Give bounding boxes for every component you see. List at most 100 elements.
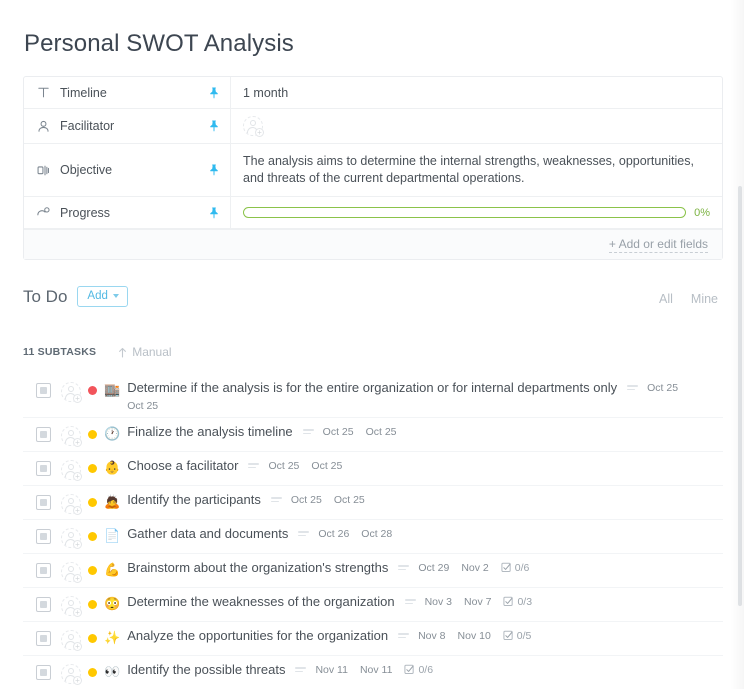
add-assignee-avatar-icon[interactable]: + <box>61 562 81 582</box>
task-checkbox[interactable] <box>36 563 51 578</box>
pin-icon[interactable] <box>208 120 220 133</box>
priority-flag-icon[interactable] <box>88 600 97 609</box>
task-checklist-badge[interactable]: 0/6 <box>404 664 433 676</box>
sort-control[interactable]: Manual <box>118 345 171 359</box>
task-menu-icon[interactable] <box>405 599 417 604</box>
task-row[interactable]: +💪Brainstorm about the organization's st… <box>23 554 723 588</box>
task-start-date[interactable]: Oct 25 <box>291 494 322 506</box>
add-assignee-avatar-icon[interactable]: + <box>61 382 81 402</box>
task-checkbox[interactable] <box>36 631 51 646</box>
filter-all[interactable]: All <box>659 292 673 306</box>
task-name[interactable]: Brainstorm about the organization's stre… <box>127 560 388 575</box>
task-checklist-badge[interactable]: 0/5 <box>503 630 532 642</box>
task-name[interactable]: Gather data and documents <box>127 526 288 541</box>
task-due-date[interactable]: Nov 7 <box>464 596 491 608</box>
task-name[interactable]: Identify the participants <box>127 492 261 507</box>
task-checkbox[interactable] <box>36 665 51 680</box>
task-start-date[interactable]: Oct 25 <box>323 426 354 438</box>
task-due-date[interactable]: Nov 11 <box>360 664 393 676</box>
add-button[interactable]: Add <box>77 286 127 307</box>
field-name-cell[interactable]: Facilitator <box>24 109 231 143</box>
field-value-timeline[interactable]: 1 month <box>231 77 722 108</box>
task-start-date[interactable]: Nov 11 <box>315 664 348 676</box>
task-row[interactable]: +👀Identify the possible threatsNov 11Nov… <box>23 656 723 689</box>
task-checkbox[interactable] <box>36 529 51 544</box>
task-name[interactable]: Identify the possible threats <box>127 662 285 677</box>
task-due-date[interactable]: Oct 25 <box>366 426 397 438</box>
task-start-date[interactable]: Nov 8 <box>418 630 445 642</box>
task-due-date[interactable]: Nov 10 <box>458 630 491 642</box>
task-menu-icon[interactable] <box>248 463 260 468</box>
add-assignee-avatar-icon[interactable]: + <box>243 116 263 136</box>
priority-flag-icon[interactable] <box>88 386 97 395</box>
task-start-date[interactable]: Oct 29 <box>418 562 449 574</box>
task-start-date[interactable]: Oct 25 <box>268 460 299 472</box>
add-or-edit-fields-link[interactable]: + Add or edit fields <box>609 237 708 253</box>
task-checkbox[interactable] <box>36 427 51 442</box>
task-start-date[interactable]: Oct 26 <box>318 528 349 540</box>
task-due-date[interactable]: Oct 25 <box>334 494 365 506</box>
field-value-progress[interactable]: 0% <box>231 197 722 228</box>
task-menu-icon[interactable] <box>398 565 410 570</box>
progress-bar[interactable] <box>243 207 686 218</box>
task-checklist-badge[interactable]: 0/3 <box>503 596 532 608</box>
pin-icon[interactable] <box>208 86 220 99</box>
add-assignee-avatar-icon[interactable]: + <box>61 426 81 446</box>
vertical-scrollbar[interactable] <box>738 186 742 606</box>
priority-flag-icon[interactable] <box>88 668 97 677</box>
task-name[interactable]: Analyze the opportunities for the organi… <box>127 628 388 643</box>
task-row[interactable]: +🏬Determine if the analysis is for the e… <box>23 374 723 418</box>
add-assignee-avatar-icon[interactable]: + <box>61 596 81 616</box>
task-start-date[interactable]: Nov 3 <box>425 596 452 608</box>
task-due-date[interactable]: Oct 28 <box>361 528 392 540</box>
priority-flag-icon[interactable] <box>88 430 97 439</box>
task-checkbox[interactable] <box>36 461 51 476</box>
task-menu-icon[interactable] <box>295 667 307 672</box>
custom-fields-table: Timeline 1 month Facilitator <box>23 76 723 260</box>
task-menu-icon[interactable] <box>271 497 283 502</box>
task-due-date[interactable]: Oct 25 <box>311 460 342 472</box>
task-checkbox[interactable] <box>36 597 51 612</box>
task-row[interactable]: +👶Choose a facilitatorOct 25Oct 25 <box>23 452 723 486</box>
priority-flag-icon[interactable] <box>88 464 97 473</box>
add-assignee-avatar-icon[interactable]: + <box>61 460 81 480</box>
field-name-cell[interactable]: Timeline <box>24 77 231 108</box>
task-name[interactable]: Determine if the analysis is for the ent… <box>127 380 617 395</box>
checklist-count: 0/6 <box>515 562 530 574</box>
task-menu-icon[interactable] <box>398 633 410 638</box>
add-assignee-avatar-icon[interactable]: + <box>61 528 81 548</box>
task-emoji-icon: 😳 <box>104 595 120 612</box>
task-start-date[interactable]: Oct 25 <box>647 382 678 394</box>
task-row[interactable]: + 😳 Determine the weaknesses of the organi… <box>23 588 723 622</box>
add-assignee-avatar-icon[interactable]: + <box>61 664 81 684</box>
priority-flag-icon[interactable] <box>88 498 97 507</box>
task-row[interactable]: +✨Analyze the opportunities for the orga… <box>23 622 723 656</box>
task-name[interactable]: Finalize the analysis timeline <box>127 424 292 439</box>
task-checkbox[interactable] <box>36 495 51 510</box>
task-name[interactable]: Determine the weaknesses of the organiza… <box>127 594 394 609</box>
task-row[interactable]: +📄Gather data and documentsOct 26Oct 28 <box>23 520 723 554</box>
task-row[interactable]: +🕐Finalize the analysis timelineOct 25Oc… <box>23 418 723 452</box>
priority-flag-icon[interactable] <box>88 634 97 643</box>
pin-icon[interactable] <box>208 206 220 219</box>
priority-flag-icon[interactable] <box>88 532 97 541</box>
field-value-objective[interactable]: The analysis aims to determine the inter… <box>231 144 722 196</box>
filter-mine[interactable]: Mine <box>691 292 718 306</box>
field-value-facilitator[interactable]: + <box>231 109 722 143</box>
task-checklist-badge[interactable]: 0/6 <box>501 562 530 574</box>
checklist-count: 0/6 <box>418 664 433 676</box>
task-menu-icon[interactable] <box>298 531 310 536</box>
add-assignee-avatar-icon[interactable]: + <box>61 494 81 514</box>
pin-icon[interactable] <box>208 164 220 177</box>
field-name-cell[interactable]: Progress <box>24 197 231 228</box>
field-name-cell[interactable]: Objective <box>24 144 231 196</box>
task-checkbox[interactable] <box>36 383 51 398</box>
task-menu-icon[interactable] <box>627 385 639 390</box>
task-secondary-date[interactable]: Oct 25 <box>127 400 723 412</box>
priority-flag-icon[interactable] <box>88 566 97 575</box>
task-menu-icon[interactable] <box>303 429 315 434</box>
task-name[interactable]: Choose a facilitator <box>127 458 238 473</box>
task-row[interactable]: +🙇Identify the participantsOct 25Oct 25 <box>23 486 723 520</box>
add-assignee-avatar-icon[interactable]: + <box>61 630 81 650</box>
task-due-date[interactable]: Nov 2 <box>461 562 488 574</box>
